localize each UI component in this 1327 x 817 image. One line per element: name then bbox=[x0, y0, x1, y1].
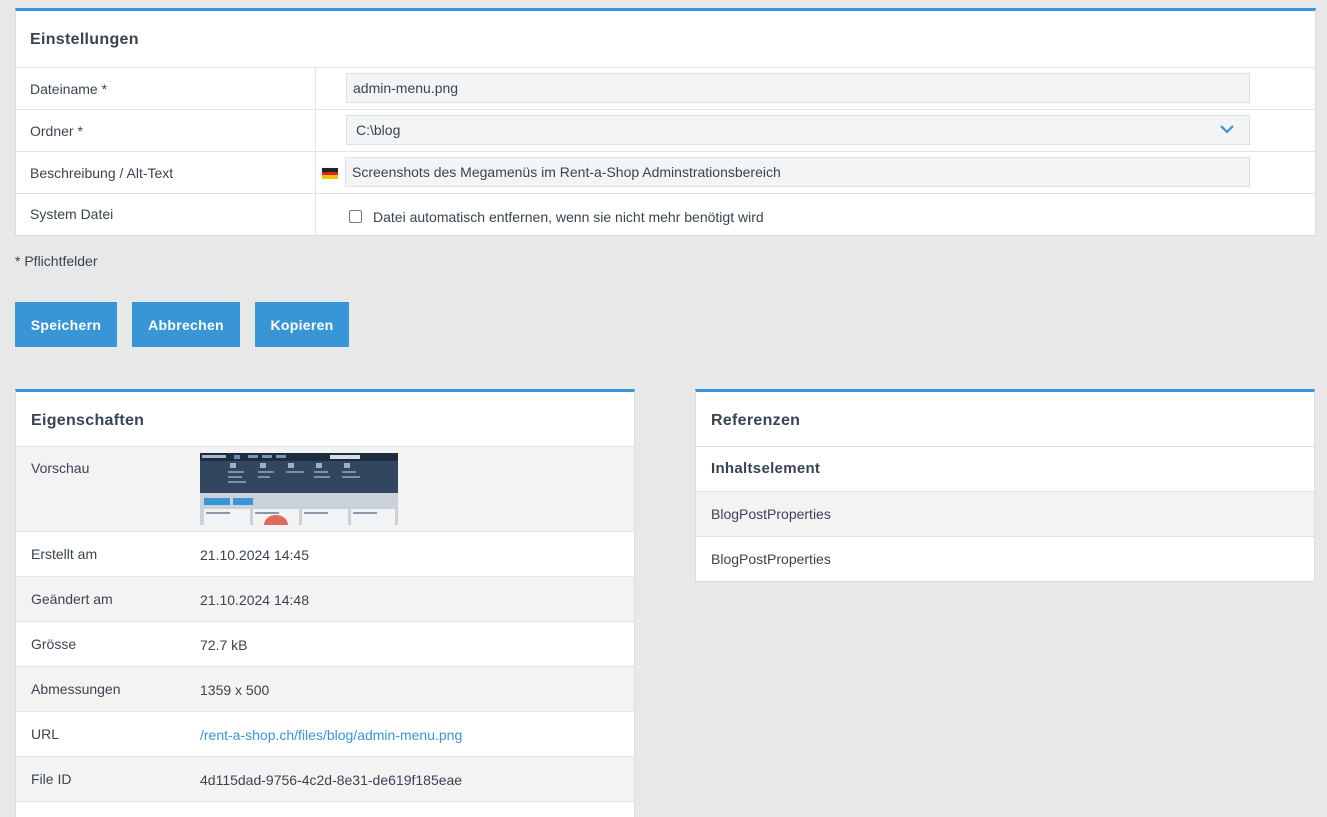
reference-item-label[interactable]: BlogPostProperties bbox=[711, 506, 831, 522]
reference-item-label[interactable]: BlogPostProperties bbox=[711, 551, 831, 567]
preview-label: Vorschau bbox=[31, 460, 90, 476]
modified-value: 21.10.2024 14:48 bbox=[200, 592, 309, 608]
next-row-partial bbox=[16, 801, 634, 817]
folder-label: Ordner * bbox=[30, 123, 83, 139]
system-file-row: System Datei Datei automatisch entfernen… bbox=[16, 193, 1315, 237]
properties-panel: Eigenschaften Vorschau Erstellt am 21.10… bbox=[15, 389, 635, 817]
created-value: 21.10.2024 14:45 bbox=[200, 547, 309, 563]
folder-select[interactable]: C:\blog bbox=[346, 115, 1250, 145]
dimensions-row: Abmessungen 1359 x 500 bbox=[16, 666, 634, 711]
preview-row: Vorschau bbox=[16, 446, 634, 531]
auto-remove-checkbox-label[interactable]: Datei automatisch entfernen, wenn sie ni… bbox=[373, 209, 764, 225]
chevron-down-icon bbox=[1220, 125, 1234, 134]
url-row: URL /rent-a-shop.ch/files/blog/admin-men… bbox=[16, 711, 634, 756]
fileid-row: File ID 4d115dad-9756-4c2d-8e31-de619f18… bbox=[16, 756, 634, 801]
description-input[interactable]: Screenshots des Megamenüs im Rent-a-Shop… bbox=[345, 157, 1250, 187]
size-value: 72.7 kB bbox=[200, 637, 248, 653]
filename-input[interactable]: admin-menu.png bbox=[346, 73, 1250, 103]
modified-label: Geändert am bbox=[31, 591, 113, 607]
preview-image bbox=[200, 453, 398, 525]
auto-remove-checkbox[interactable] bbox=[349, 210, 362, 223]
preview-thumbnail[interactable] bbox=[200, 453, 398, 525]
fileid-value: 4d115dad-9756-4c2d-8e31-de619f185eae bbox=[200, 772, 463, 788]
references-group-row: Inhaltselement bbox=[696, 446, 1314, 491]
url-label: URL bbox=[31, 726, 60, 742]
filename-label: Dateiname * bbox=[30, 81, 108, 97]
fileid-label: File ID bbox=[31, 771, 72, 787]
size-label: Grösse bbox=[31, 636, 77, 652]
references-title: Referenzen bbox=[711, 412, 801, 429]
description-row: Beschreibung / Alt-Text Screenshots des … bbox=[16, 151, 1315, 193]
folder-row: Ordner * C:\blog bbox=[16, 109, 1315, 151]
reference-item[interactable]: BlogPostProperties bbox=[696, 536, 1314, 581]
filename-row: Dateiname * admin-menu.png bbox=[16, 67, 1315, 109]
description-label: Beschreibung / Alt-Text bbox=[30, 165, 174, 181]
required-fields-note: * Pflichtfelder bbox=[15, 253, 98, 269]
modified-row: Geändert am 21.10.2024 14:48 bbox=[16, 576, 634, 621]
references-group-label: Inhaltselement bbox=[711, 460, 821, 477]
german-flag-icon bbox=[322, 168, 338, 179]
references-panel: Referenzen Inhaltselement BlogPostProper… bbox=[695, 389, 1315, 582]
copy-button[interactable]: Kopieren bbox=[255, 302, 349, 347]
folder-select-value: C:\blog bbox=[356, 122, 401, 138]
size-row: Grösse 72.7 kB bbox=[16, 621, 634, 666]
url-link[interactable]: /rent-a-shop.ch/files/blog/admin-menu.pn… bbox=[200, 727, 462, 743]
properties-title: Eigenschaften bbox=[31, 412, 145, 429]
reference-item[interactable]: BlogPostProperties bbox=[696, 491, 1314, 536]
created-row: Erstellt am 21.10.2024 14:45 bbox=[16, 531, 634, 576]
dimensions-value: 1359 x 500 bbox=[200, 682, 270, 698]
settings-panel: Einstellungen Dateiname * admin-menu.png… bbox=[15, 8, 1316, 237]
cancel-button[interactable]: Abbrechen bbox=[132, 302, 240, 347]
settings-title: Einstellungen bbox=[30, 31, 139, 48]
created-label: Erstellt am bbox=[31, 546, 98, 562]
save-button[interactable]: Speichern bbox=[15, 302, 117, 347]
system-file-label: System Datei bbox=[30, 206, 114, 222]
dimensions-label: Abmessungen bbox=[31, 681, 121, 697]
